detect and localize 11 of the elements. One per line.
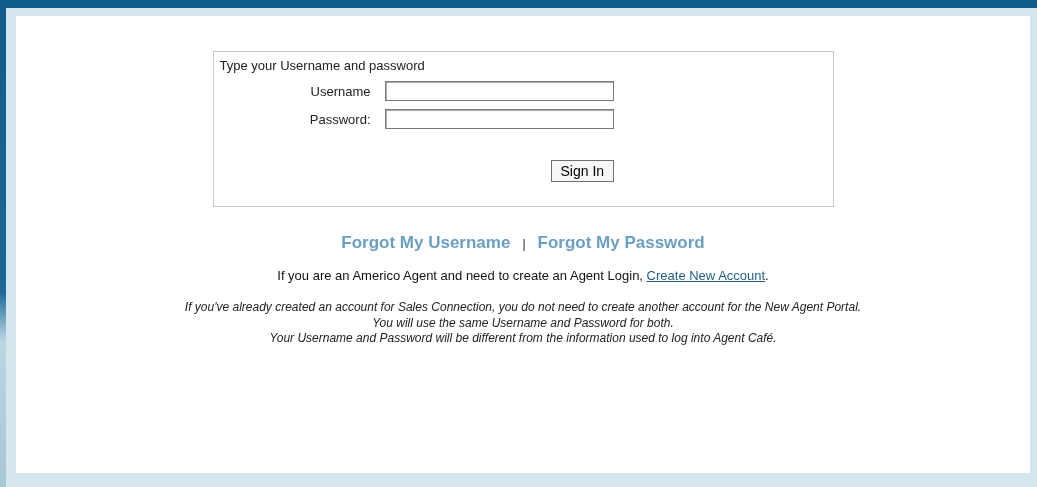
field-label: Password: <box>308 111 371 127</box>
create-account-text: If you are an Americo Agent and need to create an Agent Login, Create New Account. <box>277 268 769 283</box>
link-separator: | <box>522 237 526 251</box>
note-text: If you've already created an account for Sales Connection, you do not need to create another account for the New Agent Portal. <box>184 300 862 316</box>
note-text: You will use the same Username and Password for both. <box>372 315 674 331</box>
sign-in-button[interactable]: Sign In <box>550 160 615 182</box>
form-prompt: Type your Username and password <box>219 58 425 73</box>
field-label: Username <box>309 83 371 99</box>
input-field[interactable] <box>384 81 614 101</box>
input-field[interactable] <box>384 109 614 129</box>
note-text: Your Username and Password will be different from the information used to log into Agent Café. <box>269 331 777 347</box>
